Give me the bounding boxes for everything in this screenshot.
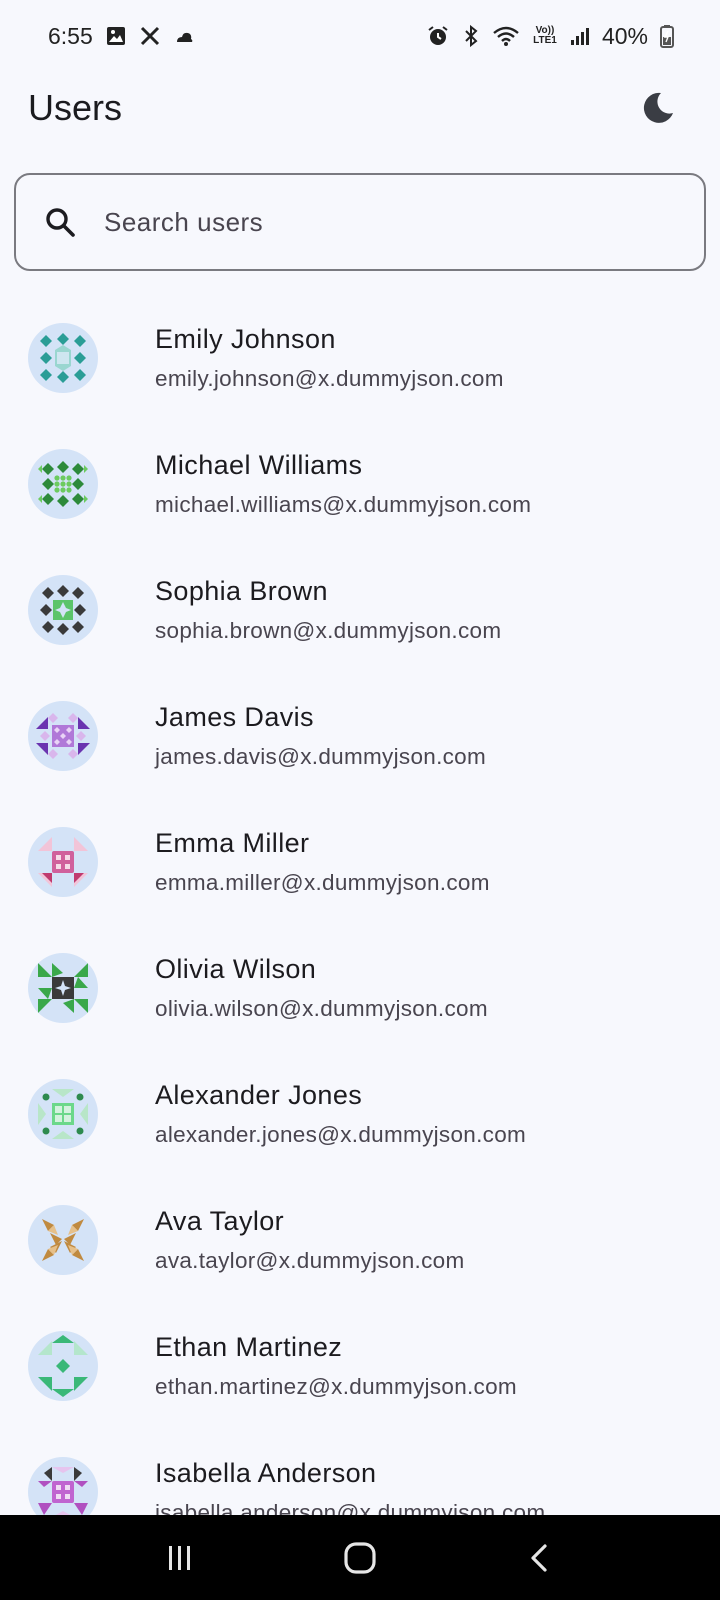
user-email: alexander.jones@x.dummyjson.com [155, 1122, 527, 1147]
user-name: Emma Miller [155, 828, 310, 858]
user-text: Alexander Jones alexander.jones@x.dummyj… [155, 1078, 526, 1150]
user-name: Olivia Wilson [155, 954, 317, 984]
avatar [28, 701, 98, 771]
user-email: michael.williams@x.dummyjson.com [155, 492, 532, 517]
back-icon [531, 1543, 547, 1572]
user-name: Michael Williams [155, 450, 363, 480]
gallery-icon [105, 25, 127, 47]
user-text: Michael Williams michael.williams@x.dumm… [155, 448, 531, 520]
avatar [28, 449, 98, 519]
app-bar: Users [0, 72, 720, 144]
user-name: Emily Johnson [155, 324, 336, 354]
moon-icon [643, 92, 673, 123]
alarm-icon [426, 24, 450, 48]
home-icon [344, 1541, 376, 1574]
user-email: emma.miller@x.dummyjson.com [155, 870, 490, 895]
user-email: emily.johnson@x.dummyjson.com [155, 366, 504, 391]
user-text: Ava Taylor ava.taylor@x.dummyjson.com [155, 1204, 464, 1276]
avatar [28, 575, 98, 645]
user-list-item[interactable]: Alexander Jones alexander.jones@x.dummyj… [0, 1051, 720, 1177]
avatar [28, 323, 98, 393]
user-list-item[interactable]: Ethan Martinez ethan.martinez@x.dummyjso… [0, 1303, 720, 1429]
user-list-item[interactable]: Emily Johnson emily.johnson@x.dummyjson.… [0, 295, 720, 421]
battery-percent: 40% [601, 22, 648, 49]
volte-label: Vo)) LTE1 [533, 25, 557, 46]
user-text: Emily Johnson emily.johnson@x.dummyjson.… [155, 322, 504, 394]
user-email: olivia.wilson@x.dummyjson.com [155, 996, 488, 1021]
bluetooth-icon [462, 24, 480, 48]
user-list-item[interactable]: Sophia Brown sophia.brown@x.dummyjson.co… [0, 547, 720, 673]
battery-icon [660, 24, 674, 48]
user-email: james.davis@x.dummyjson.com [155, 744, 487, 769]
avatar [28, 827, 98, 897]
user-email: ethan.martinez@x.dummyjson.com [155, 1374, 517, 1399]
user-list-item[interactable]: Michael Williams michael.williams@x.dumm… [0, 421, 720, 547]
avatar [28, 1205, 98, 1275]
avatar [28, 953, 98, 1023]
user-name: Ava Taylor [155, 1206, 285, 1236]
volte-icon: Vo)) LTE1 [532, 26, 558, 46]
home-button[interactable] [330, 1528, 390, 1588]
page-title: Users [28, 87, 123, 128]
search-field[interactable] [14, 173, 706, 271]
user-list-item[interactable]: Emma Miller emma.miller@x.dummyjson.com [0, 799, 720, 925]
weather-icon [173, 25, 195, 47]
status-bar-right: Vo)) LTE1 40% [426, 23, 674, 50]
user-text: James Davis james.davis@x.dummyjson.com [155, 700, 486, 772]
avatar [28, 1079, 98, 1149]
user-email: ava.taylor@x.dummyjson.com [155, 1248, 465, 1273]
x-icon [139, 25, 161, 47]
search-input[interactable] [104, 206, 680, 238]
user-name: Sophia Brown [155, 576, 328, 606]
avatar [28, 1331, 98, 1401]
recents-icon [169, 1545, 190, 1570]
back-button[interactable] [510, 1528, 570, 1588]
user-email: sophia.brown@x.dummyjson.com [155, 618, 502, 643]
status-bar: 6:55 Vo)) LTE1 40% [0, 0, 720, 72]
recents-button[interactable] [150, 1528, 210, 1588]
status-time: 6:55 [48, 22, 93, 49]
system-nav-bar [0, 1515, 720, 1600]
user-text: Olivia Wilson olivia.wilson@x.dummyjson.… [155, 952, 488, 1024]
search-icon [40, 202, 80, 242]
user-list-item[interactable]: Olivia Wilson olivia.wilson@x.dummyjson.… [0, 925, 720, 1051]
user-text: Emma Miller emma.miller@x.dummyjson.com [155, 826, 490, 898]
wifi-icon [492, 24, 520, 48]
user-list-item[interactable]: James Davis james.davis@x.dummyjson.com [0, 673, 720, 799]
user-name: Ethan Martinez [155, 1332, 343, 1362]
user-list-item[interactable]: Ava Taylor ava.taylor@x.dummyjson.com [0, 1177, 720, 1303]
signal-icon [570, 26, 590, 46]
user-text: Ethan Martinez ethan.martinez@x.dummyjso… [155, 1330, 517, 1402]
theme-toggle-button[interactable] [634, 84, 682, 132]
user-name: Isabella Anderson [155, 1458, 377, 1488]
user-text: Sophia Brown sophia.brown@x.dummyjson.co… [155, 574, 501, 646]
user-list: Emily Johnson emily.johnson@x.dummyjson.… [0, 295, 720, 1555]
user-name: James Davis [155, 702, 314, 732]
status-bar-left: 6:55 [48, 23, 195, 50]
user-name: Alexander Jones [155, 1080, 363, 1110]
